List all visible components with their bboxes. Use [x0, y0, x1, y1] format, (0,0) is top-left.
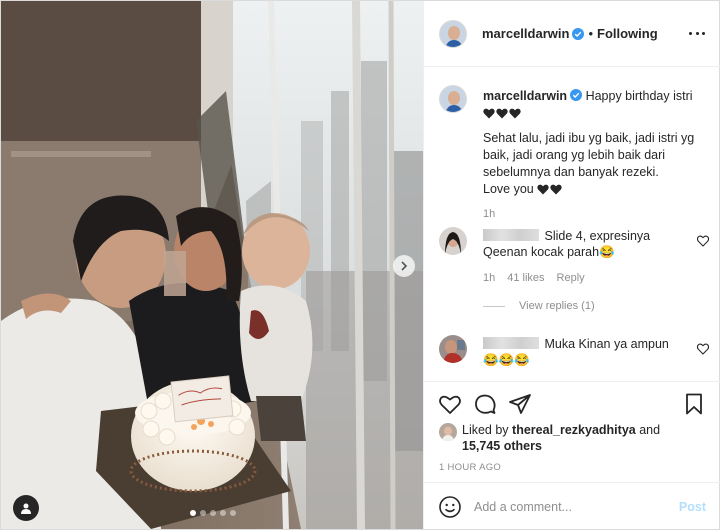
header-separator: •: [588, 26, 593, 41]
caption-ending: Love you: [483, 181, 711, 198]
replies-divider: [483, 305, 505, 307]
comment-meta: 1h 41 likes Reply: [483, 270, 683, 286]
view-replies-button[interactable]: View replies (1): [483, 300, 595, 312]
action-icons: [438, 392, 532, 416]
caption-love-text: Love you: [483, 182, 534, 196]
liked-by-prefix: Liked by: [462, 423, 509, 437]
comment-heart-icon[interactable]: [697, 343, 709, 355]
add-comment-bar: Post: [424, 482, 720, 530]
caption-username[interactable]: marcelldarwin: [483, 89, 567, 103]
verified-badge-icon: [572, 27, 585, 40]
black-hearts-emoji: [483, 108, 521, 119]
caption-text: Sehat lalu, jadi ibu yg baik, jadi istri…: [483, 131, 695, 179]
chevron-right-icon: [401, 261, 408, 271]
comment-icon[interactable]: [473, 392, 497, 416]
tagged-users-button[interactable]: [13, 495, 39, 521]
comment-body: Slide 4, expresinya Qeenan kocak parah😂 …: [483, 228, 683, 286]
carousel-dot: [220, 510, 226, 516]
author-username[interactable]: marcelldarwin: [482, 26, 569, 41]
next-slide-button[interactable]: [393, 255, 415, 277]
carousel-dot: [190, 510, 196, 516]
carousel-dot: [210, 510, 216, 516]
more-options-icon[interactable]: [689, 25, 705, 41]
following-button[interactable]: Following: [597, 26, 658, 41]
caption-intro: Happy birthday istri: [585, 89, 693, 103]
author-avatar[interactable]: [439, 19, 467, 48]
bookmark-icon[interactable]: [682, 392, 706, 416]
post-timestamp[interactable]: 1 HOUR AGO: [439, 462, 501, 473]
black-hearts-emoji: [537, 184, 562, 195]
user-tag-icon: [21, 503, 31, 514]
post-comment-button[interactable]: Post: [679, 500, 706, 514]
comment-time[interactable]: 1h: [483, 270, 495, 286]
others-count[interactable]: 15,745 others: [462, 439, 542, 453]
comment-likes[interactable]: 41 likes: [507, 270, 544, 286]
liker-avatar[interactable]: [439, 423, 457, 441]
carousel-dot: [200, 510, 206, 516]
reply-button[interactable]: Reply: [557, 270, 585, 286]
view-replies-label: View replies (1): [519, 300, 595, 312]
commenter-avatar[interactable]: [439, 227, 467, 255]
likes-summary: Liked by thereal_rezkyadhitya and 15,745…: [439, 422, 660, 454]
verified-badge-icon: [570, 89, 583, 101]
comment-heart-icon[interactable]: [697, 235, 709, 247]
post-photo[interactable]: [1, 1, 423, 529]
liked-by-and: and: [639, 423, 661, 437]
comment-body: Muka Kinan ya ampun 😂😂😂: [483, 336, 683, 368]
share-icon[interactable]: [508, 392, 532, 416]
likes-text: Liked by thereal_rezkyadhitya and 15,745…: [462, 422, 660, 454]
carousel-dot: [230, 510, 236, 516]
carousel-indicator: [190, 510, 236, 516]
heart-icon[interactable]: [438, 392, 462, 416]
post-header: marcelldarwin • Following: [424, 1, 720, 67]
commenter-username[interactable]: [483, 229, 539, 241]
post-actions: Liked by thereal_rezkyadhitya and 15,745…: [424, 381, 720, 529]
caption-avatar[interactable]: [439, 85, 467, 113]
comments-section: marcelldarwin Happy birthday istri Sehat…: [424, 68, 720, 381]
photo-image: [1, 1, 423, 529]
liker-username[interactable]: thereal_rezkyadhitya: [512, 423, 636, 437]
caption-time[interactable]: 1h: [483, 206, 711, 223]
post-side-panel: marcelldarwin • Following marcelldarwin …: [423, 1, 720, 529]
caption-body: marcelldarwin Happy birthday istri Sehat…: [483, 88, 711, 223]
commenter-avatar[interactable]: [439, 335, 467, 363]
comment-input[interactable]: [474, 499, 664, 514]
emoji-icon[interactable]: [438, 495, 462, 519]
commenter-username[interactable]: [483, 337, 539, 349]
